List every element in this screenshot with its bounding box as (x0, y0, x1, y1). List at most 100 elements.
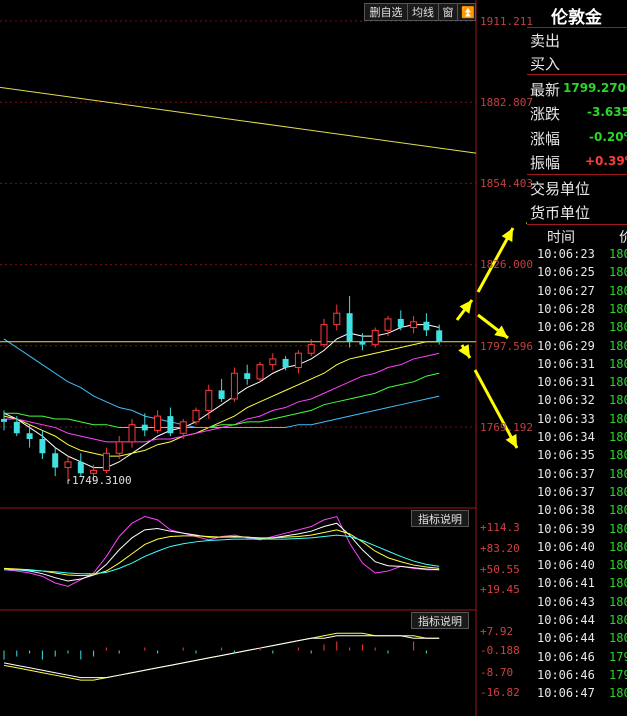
candle-32[interactable] (410, 316, 418, 334)
candle-20[interactable] (256, 361, 264, 382)
candle-body (192, 409, 200, 423)
title-divider (527, 27, 627, 28)
tick-row: 10:06:31 180 (527, 375, 627, 393)
candle-body (218, 390, 225, 399)
candle-body (39, 438, 46, 454)
tick-time: 10:06:44 (537, 631, 595, 646)
tick-row: 10:06:47 180 (527, 686, 627, 704)
sell-label: 卖出 (530, 32, 561, 50)
candle-8[interactable] (102, 447, 110, 474)
tick-price: 180 (609, 430, 627, 444)
price-label-2: 1854.403 (480, 177, 533, 190)
candle-4[interactable] (52, 447, 59, 477)
moving-average-button[interactable]: 均线 (407, 3, 439, 21)
tick-row: 10:06:29 180 (527, 339, 627, 357)
candle-body (77, 461, 84, 474)
tick-row: 10:06:44 180 (527, 631, 627, 649)
candle-body (154, 415, 162, 431)
indicator1-help-button[interactable]: 指标说明 (411, 510, 469, 527)
tick-price: 180 (609, 521, 627, 536)
tick-row: 10:06:23 180 (527, 247, 627, 265)
tick-time: 10:06:28 (537, 301, 595, 316)
candle-17[interactable] (218, 378, 225, 402)
indicator2-line-1 (3, 635, 440, 679)
candle-12[interactable] (154, 410, 162, 434)
candle-19[interactable] (244, 364, 251, 385)
exit-arrow-icon[interactable]: ⏫ (457, 3, 476, 21)
indicator1-level-0: +114.3 (480, 521, 520, 534)
tick-price: 180 (609, 301, 627, 316)
tick-price: 180 (609, 484, 627, 499)
indicator2-help-button[interactable]: 指标说明 (411, 612, 469, 629)
candle-16[interactable] (205, 384, 213, 419)
candle-body (115, 441, 123, 454)
tick-price: 180 (609, 466, 627, 481)
currency-unit-label: 货币单位 (530, 204, 591, 222)
candle-15[interactable] (192, 407, 200, 425)
tick-row: 10:06:46 179 (527, 650, 627, 668)
candle-body (1, 418, 7, 422)
candle-body (269, 358, 277, 366)
tick-price: 180 (609, 686, 627, 701)
tick-time: 10:06:39 (537, 521, 595, 536)
candle-body (307, 344, 315, 354)
latest-value: 1799.2700 (563, 81, 627, 95)
tick-time: 10:06:23 (537, 247, 595, 261)
candle-31[interactable] (397, 310, 404, 331)
tick-price: 180 (609, 539, 627, 554)
candle-27[interactable] (346, 296, 353, 348)
price-label-4: 1797.596 (480, 340, 533, 353)
long-trend-line (0, 86, 477, 154)
candle-10[interactable] (128, 418, 136, 448)
indicator2-level-3: -16.82 (480, 686, 520, 699)
tick-row: 10:06:28 180 (527, 302, 627, 320)
tick-price: 180 (609, 265, 627, 280)
candle-body (64, 461, 72, 469)
window-button[interactable]: 窗 (438, 3, 458, 21)
tick-time: 10:06:37 (537, 484, 595, 499)
candle-25[interactable] (320, 318, 328, 348)
candle-26[interactable] (333, 304, 341, 331)
tick-time: 10:06:44 (537, 613, 595, 627)
candle-29[interactable] (371, 327, 379, 348)
candle-body (102, 452, 110, 471)
buy-label: 买入 (530, 55, 561, 73)
pct-label: 涨幅 (530, 130, 561, 148)
candle-body (333, 312, 341, 326)
candle-18[interactable] (230, 367, 238, 402)
tick-row: 10:06:25 180 (527, 265, 627, 283)
candle-2[interactable] (26, 424, 33, 448)
tick-time: 10:06:31 (537, 356, 595, 371)
tick-row: 10:06:37 180 (527, 467, 627, 485)
candle-6[interactable] (77, 453, 84, 477)
tick-time: 10:06:46 (537, 667, 595, 682)
candle-33[interactable] (423, 313, 430, 337)
low-price-label: 1749.3100 (72, 474, 132, 487)
amplitude-value: +0.39% (585, 154, 627, 168)
indicator2-line-0 (3, 632, 440, 681)
tick-row: 10:06:28 180 (527, 320, 627, 338)
candle-13[interactable] (167, 407, 174, 437)
indicator1-line-2 (3, 529, 440, 577)
bidask-divider (527, 74, 627, 75)
tick-time: 10:06:46 (537, 649, 595, 664)
instrument-title: 伦敦金 (551, 8, 602, 28)
candle-body (13, 421, 20, 434)
delete-favorite-button[interactable]: 删自选 (364, 3, 408, 21)
candle-23[interactable] (294, 350, 302, 374)
indicator2-level-1: -0.188 (480, 644, 520, 657)
candle-30[interactable] (384, 316, 392, 337)
stats-divider (527, 174, 627, 175)
candle-21[interactable] (269, 353, 277, 371)
tick-price: 180 (609, 283, 627, 298)
price-label-3: 1826.000 (480, 258, 533, 271)
kline-chart[interactable] (0, 0, 527, 716)
tick-price: 180 (609, 356, 627, 371)
indicator1-level-3: +19.45 (480, 583, 520, 596)
latest-label: 最新 (530, 81, 561, 99)
tick-price: 180 (609, 558, 627, 573)
price-column-header: 价 (619, 230, 627, 246)
tick-time: 10:06:28 (537, 320, 595, 335)
price-label-5: 1769.192 (480, 421, 533, 434)
candle-body (371, 329, 379, 346)
